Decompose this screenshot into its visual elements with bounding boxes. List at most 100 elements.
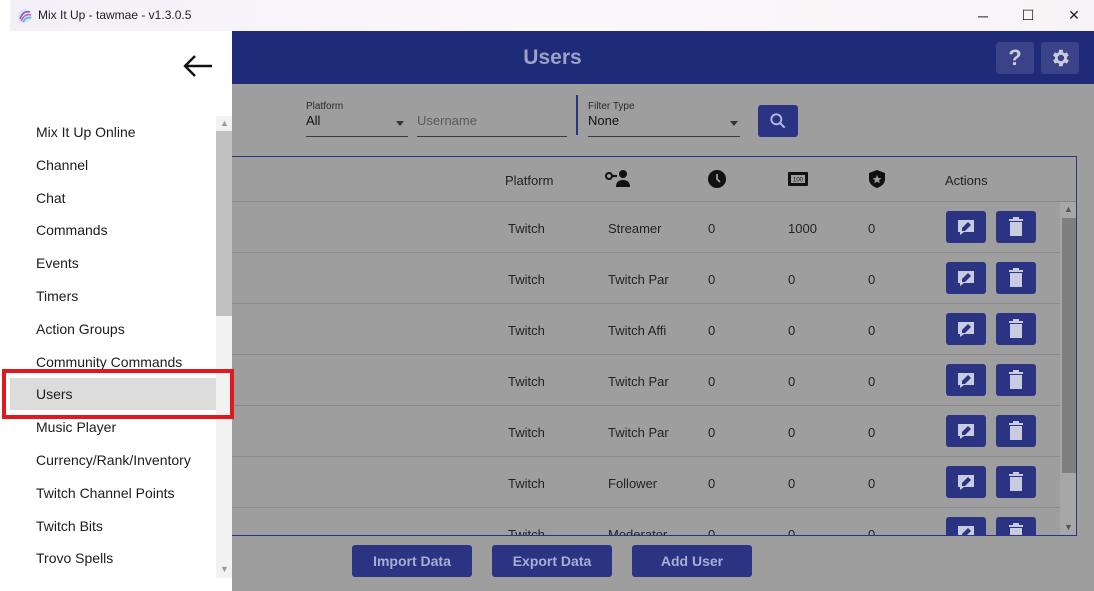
filter-type-dropdown[interactable]: Filter Type None xyxy=(588,101,740,137)
table-row: Twitch Streamer 0 1000 0 xyxy=(232,202,1060,253)
edit-user-button[interactable] xyxy=(946,313,986,345)
table-scrollbar-thumb[interactable] xyxy=(1062,218,1076,473)
trash-icon xyxy=(1009,268,1023,287)
settings-button[interactable] xyxy=(1041,42,1079,74)
rank-cell: 0 xyxy=(868,221,876,236)
table-row: Twitch Twitch Affi 0 0 0 xyxy=(232,304,1060,355)
trash-icon xyxy=(1009,217,1023,236)
menu-scrollbar[interactable]: ▲ ▼ xyxy=(216,116,232,578)
menu-item-events[interactable]: Events xyxy=(10,247,216,279)
delete-user-button[interactable] xyxy=(996,211,1036,243)
menu-item-channel[interactable]: Channel xyxy=(10,149,216,181)
add-user-button[interactable]: Add User xyxy=(632,545,752,577)
table-row: Twitch Moderator 0 0 0 xyxy=(232,508,1060,536)
time-cell: 0 xyxy=(708,374,716,389)
rank-cell: 0 xyxy=(868,272,876,287)
navigation-drawer: Mix It Up Online Channel Chat Commands Event… xyxy=(2,31,234,591)
edit-user-button[interactable] xyxy=(946,364,986,396)
scroll-up-icon[interactable]: ▲ xyxy=(220,118,229,128)
currency-cell: 0 xyxy=(788,425,796,440)
trash-icon xyxy=(1009,523,1023,535)
rank-cell: 0 xyxy=(868,374,876,389)
edit-user-button[interactable] xyxy=(946,466,986,498)
back-arrow-icon[interactable] xyxy=(182,51,214,81)
svg-text:100: 100 xyxy=(793,178,804,184)
delete-user-button[interactable] xyxy=(996,364,1036,396)
edit-icon xyxy=(958,220,974,235)
currency-100-icon[interactable]: 100 xyxy=(787,169,809,189)
filter-type-value: None xyxy=(588,113,620,128)
delete-user-button[interactable] xyxy=(996,313,1036,345)
delete-user-button[interactable] xyxy=(996,415,1036,447)
role-cell: Moderator xyxy=(608,527,668,536)
role-cell: Twitch Par xyxy=(608,272,669,287)
chevron-down-icon xyxy=(730,121,738,126)
role-cell: Twitch Affi xyxy=(608,323,667,338)
rank-cell: 0 xyxy=(868,323,876,338)
gear-icon xyxy=(1053,49,1069,67)
table-scrollbar[interactable]: ▲ ▼ xyxy=(1060,202,1076,535)
maximize-button[interactable]: ☐ xyxy=(1005,0,1051,31)
delete-user-button[interactable] xyxy=(996,517,1036,535)
menu-item-timers[interactable]: Timers xyxy=(10,280,216,312)
platform-cell: Twitch xyxy=(508,476,545,491)
delete-user-button[interactable] xyxy=(996,262,1036,294)
edit-user-button[interactable] xyxy=(946,415,986,447)
edit-icon xyxy=(958,424,974,439)
menu-item-twitch-channel-points[interactable]: Twitch Channel Points xyxy=(10,477,216,509)
edit-user-button[interactable] xyxy=(946,517,986,535)
role-cell: Follower xyxy=(608,476,658,491)
time-cell: 0 xyxy=(708,476,716,491)
menu-item-mix-it-up-online[interactable]: Mix It Up Online xyxy=(10,116,216,148)
time-cell: 0 xyxy=(708,425,716,440)
clock-icon[interactable] xyxy=(707,169,727,189)
menu-item-twitch-bits[interactable]: Twitch Bits xyxy=(10,510,216,542)
time-cell: 0 xyxy=(708,272,716,287)
time-cell: 0 xyxy=(708,323,716,338)
scroll-up-icon[interactable]: ▲ xyxy=(1064,204,1073,214)
table-row: Twitch Follower 0 0 0 xyxy=(232,457,1060,508)
table-row: Twitch Twitch Par 0 0 0 xyxy=(232,253,1060,304)
platform-dropdown[interactable]: Platform All xyxy=(306,101,408,137)
currency-cell: 0 xyxy=(788,476,796,491)
menu-scrollbar-thumb[interactable] xyxy=(216,131,232,316)
table-header: Platform 100 Actions xyxy=(232,157,1076,202)
currency-cell: 0 xyxy=(788,374,796,389)
edit-user-button[interactable] xyxy=(946,262,986,294)
role-cell: Streamer xyxy=(608,221,662,236)
edit-icon xyxy=(958,526,974,535)
user-key-icon[interactable] xyxy=(604,169,630,189)
currency-cell: 0 xyxy=(788,527,796,536)
rank-cell: 0 xyxy=(868,527,876,536)
edit-icon xyxy=(958,322,974,337)
platform-cell: Twitch xyxy=(508,323,545,338)
edit-icon xyxy=(958,373,974,388)
scroll-down-icon[interactable]: ▼ xyxy=(220,564,229,574)
menu-item-chat[interactable]: Chat xyxy=(10,182,216,214)
platform-cell: Twitch xyxy=(508,527,545,536)
platform-cell: Twitch xyxy=(508,272,545,287)
table-row: Twitch Twitch Par 0 0 0 xyxy=(232,355,1060,406)
username-input[interactable]: Username xyxy=(417,101,567,137)
platform-cell: Twitch xyxy=(508,374,545,389)
edit-user-button[interactable] xyxy=(946,211,986,243)
trash-icon xyxy=(1009,421,1023,440)
menu-item-trovo-spells[interactable]: Trovo Spells xyxy=(10,542,216,574)
platform-column-header[interactable]: Platform xyxy=(505,173,553,188)
export-data-button[interactable]: Export Data xyxy=(492,545,612,577)
delete-user-button[interactable] xyxy=(996,466,1036,498)
page-title: Users xyxy=(523,46,582,69)
close-button[interactable]: ✕ xyxy=(1051,0,1094,31)
search-button[interactable] xyxy=(758,105,798,137)
menu-item-commands[interactable]: Commands xyxy=(10,214,216,246)
edit-icon xyxy=(958,475,974,490)
currency-cell: 1000 xyxy=(788,221,817,236)
import-data-button[interactable]: Import Data xyxy=(352,545,472,577)
menu-item-currency-rank-inventory[interactable]: Currency/Rank/Inventory xyxy=(10,444,216,476)
minimize-button[interactable]: ─ xyxy=(960,0,1006,31)
help-button[interactable]: ? xyxy=(996,42,1034,74)
trash-icon xyxy=(1009,472,1023,491)
shield-star-icon[interactable] xyxy=(867,169,887,189)
scroll-down-icon[interactable]: ▼ xyxy=(1064,522,1073,532)
menu-item-action-groups[interactable]: Action Groups xyxy=(10,313,216,345)
